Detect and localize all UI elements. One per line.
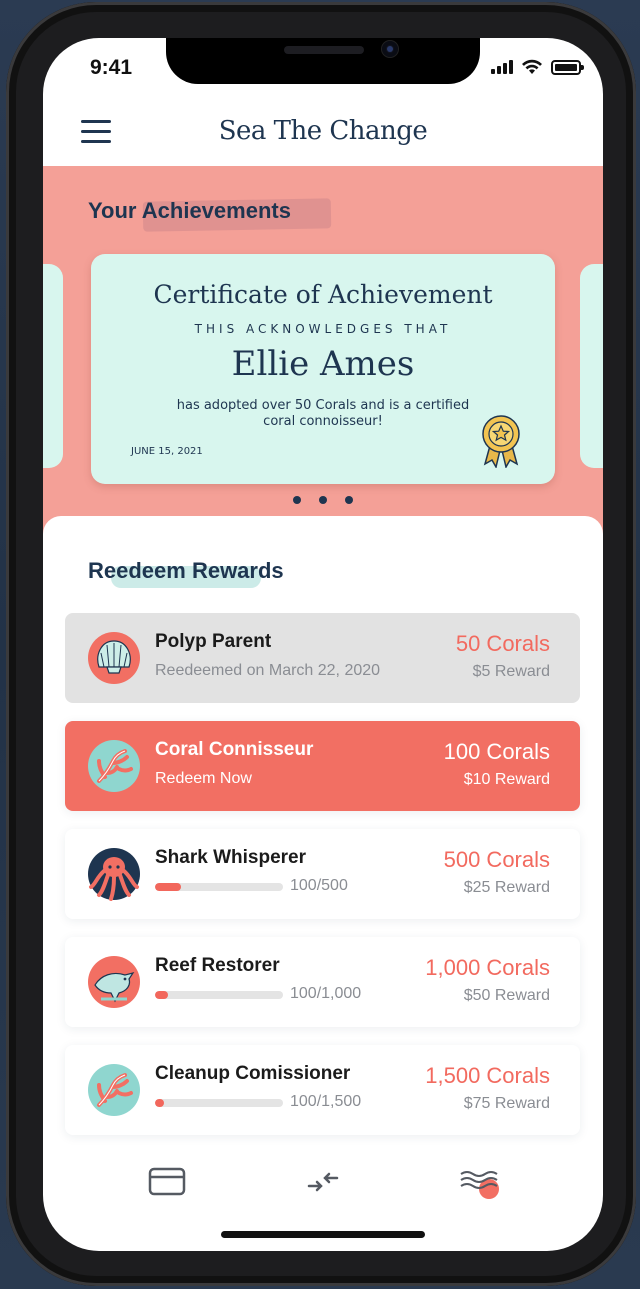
redeem-now-link[interactable]: Redeem Now [155, 770, 252, 788]
home-indicator[interactable] [221, 1231, 425, 1238]
reward-name: Shark Whisperer [155, 847, 306, 868]
app-title: Sea The Change [218, 116, 428, 146]
octopus-icon [88, 848, 140, 901]
reward-progress-text: 100/1,500 [290, 1093, 362, 1110]
speaker-grille [284, 46, 364, 54]
reward-card-reef-restorer[interactable]: Reef Restorer 100/1,000 1,000 Corals $50… [65, 937, 580, 1027]
progress-fill [155, 1099, 164, 1107]
reward-progress-text: 100/500 [290, 877, 348, 894]
carousel-pagination[interactable] [43, 496, 603, 504]
reward-cost: 500 Corals [443, 847, 550, 872]
certificate-date: JUNE 15, 2021 [131, 446, 203, 457]
front-camera-icon [382, 41, 398, 57]
reward-card-polyp-parent[interactable]: Polyp Parent Reedeemed on March 22, 2020… [65, 613, 580, 703]
certificate-card-next[interactable] [580, 264, 603, 468]
shell-icon [88, 632, 140, 684]
reward-progress-bar [155, 1099, 283, 1107]
reward-cost: 1,000 Corals [425, 955, 550, 980]
rewards-section: Reedeem Rewards Polyp Parent Reedeemed o… [43, 516, 603, 1166]
reward-name: Reef Restorer [155, 955, 280, 976]
reward-card-coral-connisseur[interactable]: Coral Connisseur Redeem Now 100 Corals $… [65, 721, 580, 811]
reward-cost: 100 Corals [443, 739, 550, 764]
device-notch [166, 38, 480, 84]
achievements-section: Your Achievements Certificate of Achieve… [43, 166, 603, 546]
app-screen: 9:41 Sea The Change Your Achievements Ce… [43, 38, 603, 1251]
waves-icon[interactable] [457, 1164, 501, 1200]
progress-fill [155, 991, 168, 999]
reward-cost: 1,500 Corals [425, 1063, 550, 1088]
status-icons [491, 59, 584, 75]
coral-icon [88, 740, 140, 792]
dolphin-icon [88, 956, 140, 1008]
wifi-icon [522, 59, 542, 74]
pagination-dot[interactable] [293, 496, 301, 504]
reward-card-cleanup-comissioner[interactable]: Cleanup Comissioner 100/1,500 1,500 Cora… [65, 1045, 580, 1135]
reward-amount: $50 Reward [463, 987, 550, 1004]
reward-amount: $25 Reward [463, 879, 550, 896]
certificate-card-previous[interactable] [43, 264, 63, 468]
pagination-dot[interactable] [319, 496, 327, 504]
reward-name: Cleanup Comissioner [155, 1063, 351, 1084]
app-header: Sea The Change [43, 108, 603, 168]
tab-bar [43, 1158, 603, 1208]
reward-progress-text: 100/1,000 [290, 985, 362, 1002]
certificate-description: has adopted over 50 Corals and is a cert… [176, 398, 470, 429]
certificate-recipient: Ellie Ames [231, 344, 415, 384]
reward-amount: $75 Reward [463, 1095, 550, 1112]
card-icon[interactable] [145, 1164, 189, 1200]
reward-name: Polyp Parent [155, 631, 272, 652]
transfer-arrows-icon[interactable] [301, 1164, 345, 1200]
progress-fill [155, 883, 181, 891]
certificate-title: Certificate of Achievement [153, 280, 493, 309]
award-ribbon-icon [482, 415, 520, 468]
reward-status: Reedeemed on March 22, 2020 [155, 662, 381, 679]
status-time: 9:41 [90, 56, 133, 79]
reward-amount: $10 Reward [463, 771, 550, 788]
reward-progress-bar [155, 991, 283, 999]
achievements-title: Your Achievements [88, 198, 291, 223]
reward-name: Coral Connisseur [155, 739, 314, 760]
reward-card-shark-whisperer[interactable]: Shark Whisperer 100/500 500 Corals $25 R… [65, 829, 580, 919]
pagination-dot[interactable] [345, 496, 353, 504]
coral-icon [88, 1064, 140, 1116]
certificate-card[interactable]: Certificate of Achievement THIS ACKNOWLE… [91, 254, 555, 484]
battery-icon [551, 59, 584, 75]
reward-progress-bar [155, 883, 283, 891]
rewards-title: Reedeem Rewards [88, 558, 284, 583]
reward-cost: 50 Corals [455, 631, 550, 656]
certificate-subtitle: THIS ACKNOWLEDGES THAT [194, 322, 452, 336]
reward-amount: $5 Reward [472, 663, 550, 680]
cellular-signal-icon [491, 60, 513, 74]
